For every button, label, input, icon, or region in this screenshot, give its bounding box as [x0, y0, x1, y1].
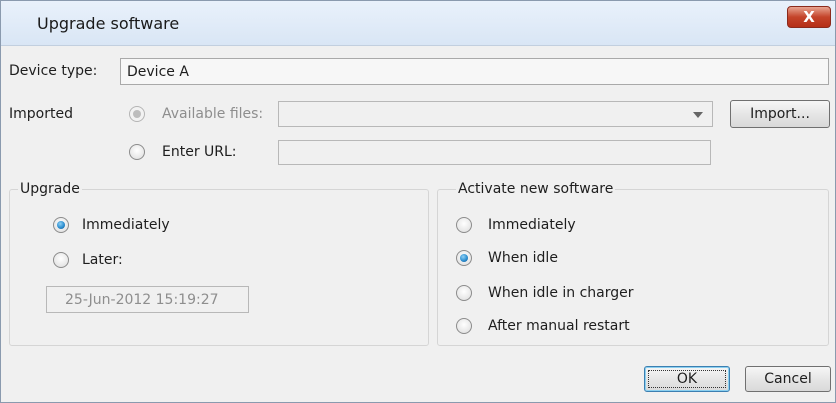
activate-after-restart-label: After manual restart — [488, 318, 630, 334]
available-files-radio[interactable] — [129, 106, 145, 122]
later-datetime-value: 25-Jun-2012 15:19:27 — [65, 292, 219, 308]
upgrade-legend: Upgrade — [18, 181, 82, 197]
available-files-dropdown[interactable] — [278, 101, 713, 127]
upgrade-later-label: Later: — [82, 252, 123, 268]
focus-rectangle — [648, 370, 726, 388]
import-button-label: Import... — [750, 106, 810, 122]
enter-url-radio[interactable] — [129, 144, 145, 160]
device-type-value: Device A — [127, 64, 189, 80]
upgrade-software-dialog: Upgrade software X Device type: Device A… — [0, 0, 836, 403]
enter-url-label: Enter URL: — [162, 144, 237, 160]
dialog-title: Upgrade software — [37, 14, 180, 33]
import-button[interactable]: Import... — [730, 100, 830, 128]
later-datetime-field[interactable]: 25-Jun-2012 15:19:27 — [46, 286, 249, 313]
title-bar: Upgrade software X — [1, 1, 835, 46]
upgrade-later-radio[interactable] — [53, 252, 69, 268]
activate-when-idle-label: When idle — [488, 250, 558, 266]
cancel-button[interactable]: Cancel — [745, 366, 831, 392]
upgrade-immediately-radio[interactable] — [53, 217, 69, 233]
device-type-field: Device A — [120, 58, 829, 85]
activate-immediately-radio[interactable] — [456, 217, 472, 233]
upgrade-group — [9, 189, 429, 346]
close-icon: X — [803, 8, 815, 26]
activate-after-restart-radio[interactable] — [456, 318, 472, 334]
chevron-down-icon — [693, 112, 703, 118]
activate-legend: Activate new software — [456, 181, 616, 197]
imported-label: Imported — [9, 106, 73, 122]
activate-when-idle-charger-label: When idle in charger — [488, 285, 634, 301]
available-files-label: Available files: — [162, 106, 264, 122]
url-input[interactable] — [278, 140, 711, 165]
close-button[interactable]: X — [787, 6, 831, 28]
cancel-button-label: Cancel — [764, 371, 812, 387]
activate-when-idle-charger-radio[interactable] — [456, 285, 472, 301]
activate-when-idle-radio[interactable] — [456, 250, 472, 266]
activate-immediately-label: Immediately — [488, 217, 576, 233]
ok-button[interactable]: OK — [644, 366, 730, 392]
device-type-label: Device type: — [9, 63, 98, 79]
upgrade-immediately-label: Immediately — [82, 217, 170, 233]
